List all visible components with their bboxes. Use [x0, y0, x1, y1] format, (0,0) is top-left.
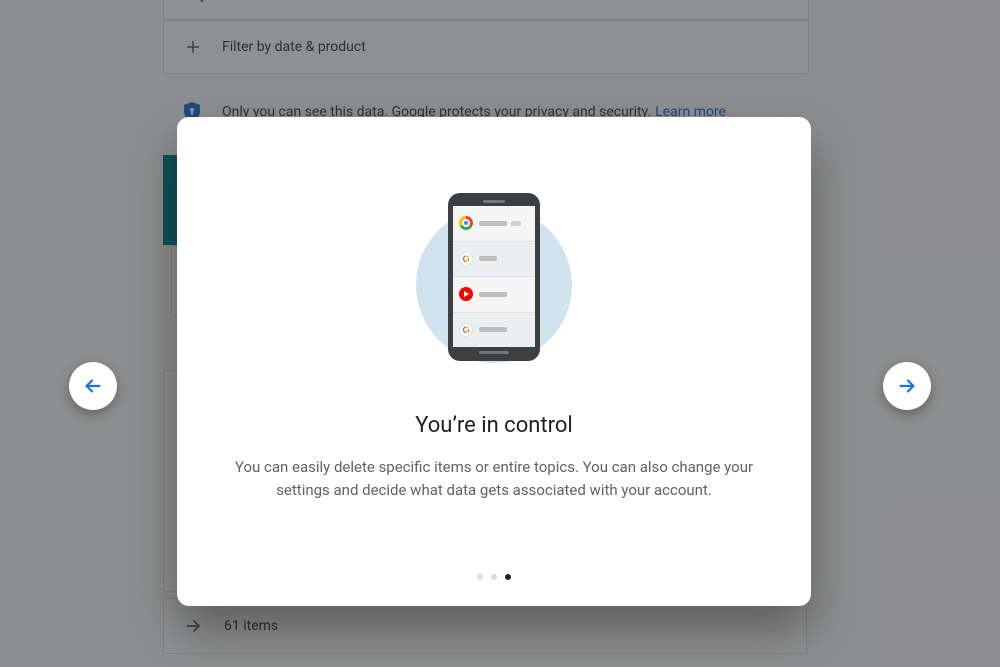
prev-button[interactable]: [69, 362, 117, 410]
next-button[interactable]: [883, 362, 931, 410]
google-icon: [459, 323, 473, 337]
dot-1: [477, 574, 483, 580]
dot-3: [505, 574, 511, 580]
modal-body: You can easily delete specific items or …: [214, 456, 774, 503]
google-icon: [459, 252, 473, 266]
modal-title: You’re in control: [415, 413, 572, 438]
illustration: [416, 193, 572, 373]
pagination-dots: [177, 574, 811, 580]
dot-2: [491, 574, 497, 580]
page-root: Filter by date & product Only you can se…: [0, 0, 1000, 667]
onboarding-modal: You’re in control You can easily delete …: [177, 117, 811, 606]
chrome-icon: [459, 216, 473, 230]
youtube-icon: [459, 287, 473, 301]
